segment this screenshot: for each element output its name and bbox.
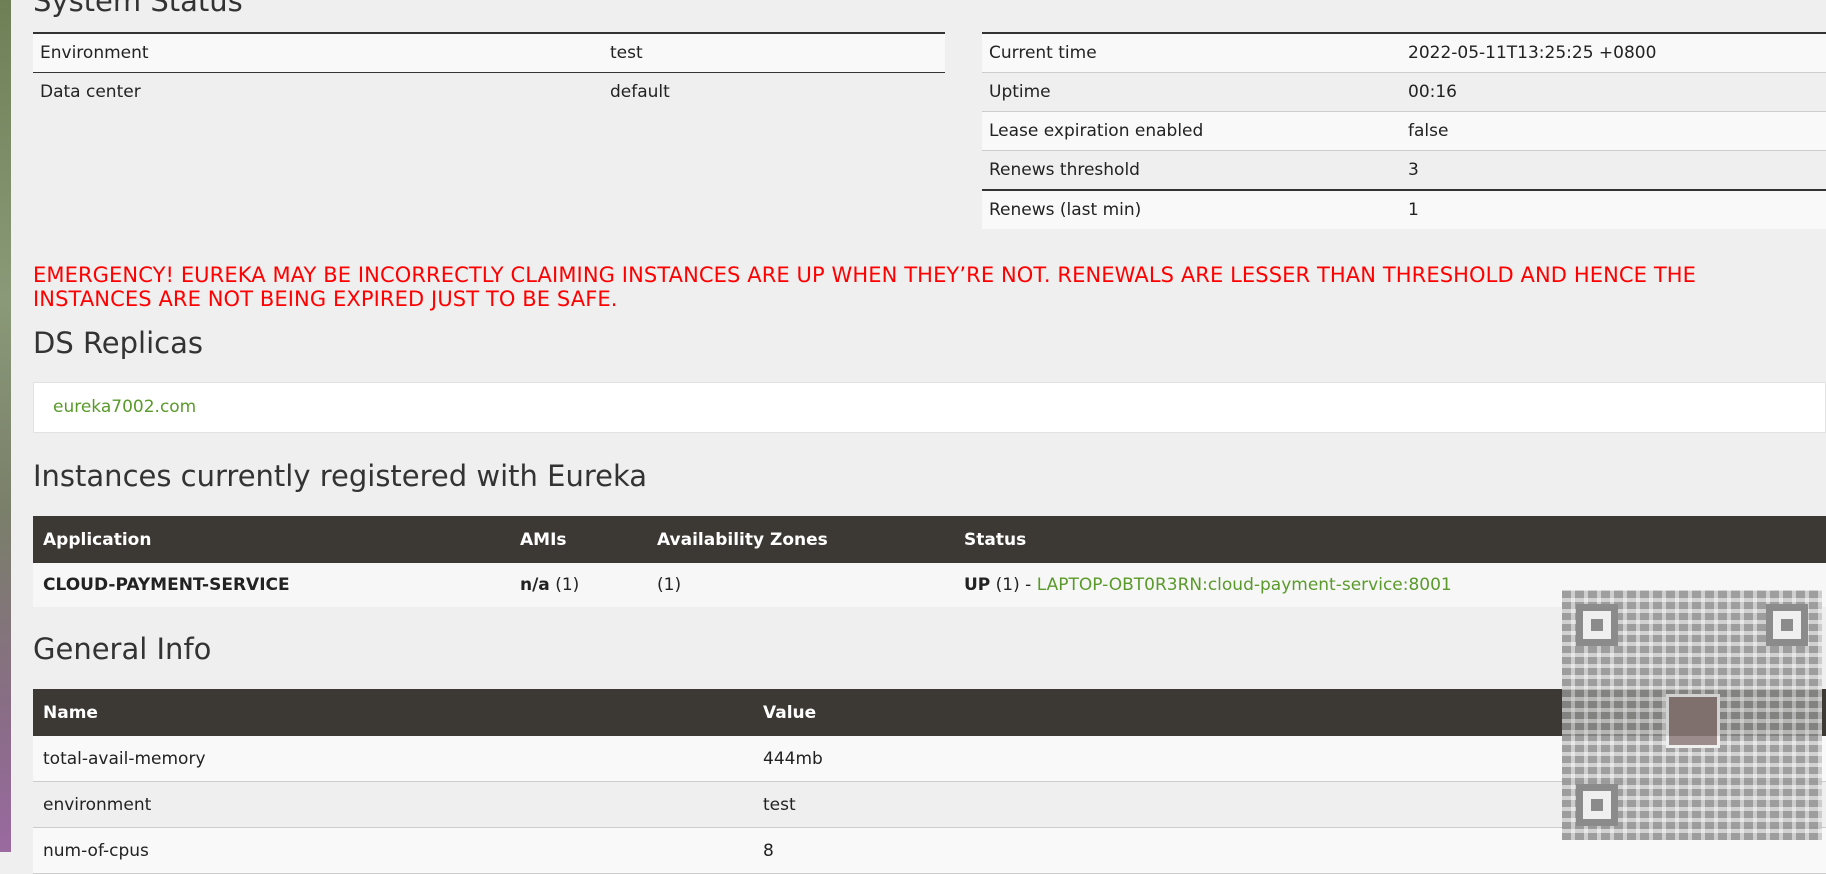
column-header-name: Name: [33, 689, 753, 736]
row-value: 00:16: [1401, 72, 1826, 112]
emergency-line-2: INSTANCES ARE NOT BEING EXPIRED JUST TO …: [33, 287, 618, 311]
row-key: Data center: [33, 72, 603, 111]
table-row: Renews threshold 3: [982, 150, 1826, 191]
row-value: default: [603, 72, 945, 111]
qr-finder-icon: [1766, 604, 1808, 646]
table-row: environment test: [33, 781, 1826, 828]
table-row: Lease expiration enabled false: [982, 111, 1826, 151]
column-header-status: Status: [954, 516, 1826, 563]
table-row: total-avail-memory 444mb: [33, 736, 1826, 782]
instances-table: Application AMIs Availability Zones Stat…: [33, 516, 1826, 607]
qr-code-icon: [1562, 590, 1822, 840]
row-value: false: [1401, 111, 1826, 151]
qr-finder-icon: [1576, 784, 1618, 826]
row-key: Renews (last min): [982, 189, 1401, 229]
row-key: total-avail-memory: [33, 736, 753, 782]
row-key: Renews threshold: [982, 150, 1401, 191]
system-status-title: System Status: [33, 0, 243, 18]
replica-link[interactable]: eureka7002.com: [53, 397, 196, 417]
ds-replicas-title: DS Replicas: [33, 326, 203, 360]
emergency-line-1: EMERGENCY! EUREKA MAY BE INCORRECTLY CLA…: [33, 263, 1697, 287]
table-header-row: Application AMIs Availability Zones Stat…: [33, 516, 1826, 563]
row-value: 1: [1401, 189, 1826, 229]
column-header-application: Application: [33, 516, 510, 563]
table-row: CLOUD-PAYMENT-SERVICE n/a (1) (1) UP (1)…: [33, 563, 1826, 607]
system-status-right-table: Current time 2022-05-11T13:25:25 +0800 U…: [982, 32, 1826, 229]
column-header-availability-zones: Availability Zones: [647, 516, 954, 563]
qr-finder-icon: [1576, 604, 1618, 646]
zones-cell: (1): [647, 563, 954, 607]
row-value: test: [603, 32, 945, 73]
row-key: Lease expiration enabled: [982, 111, 1401, 151]
instance-link[interactable]: LAPTOP-OBT0R3RN:cloud-payment-service:80…: [1037, 575, 1452, 595]
table-row: Environment test: [33, 32, 945, 73]
application-cell: CLOUD-PAYMENT-SERVICE: [33, 563, 510, 607]
row-value: 2022-05-11T13:25:25 +0800: [1401, 32, 1826, 73]
amis-value: n/a: [520, 575, 550, 595]
row-key: Environment: [33, 32, 603, 73]
amis-cell: n/a (1): [510, 563, 647, 607]
row-key: Current time: [982, 32, 1401, 73]
table-row: Renews (last min) 1: [982, 189, 1826, 229]
general-info-title: General Info: [33, 632, 212, 666]
desktop-background-strip: [0, 0, 11, 852]
row-key: Uptime: [982, 72, 1401, 112]
status-value: UP: [964, 575, 991, 595]
emergency-warning: EMERGENCY! EUREKA MAY BE INCORRECTLY CLA…: [33, 263, 1823, 311]
table-row: num-of-cpus 8: [33, 827, 1826, 874]
row-value: 3: [1401, 150, 1826, 191]
instances-title: Instances currently registered with Eure…: [33, 459, 648, 493]
table-row: Uptime 00:16: [982, 72, 1826, 112]
general-info-table: Name Value total-avail-memory 444mb envi…: [33, 689, 1826, 874]
table-row: Current time 2022-05-11T13:25:25 +0800: [982, 32, 1826, 73]
ds-replicas-panel: eureka7002.com: [33, 382, 1826, 433]
table-row: Data center default: [33, 72, 945, 111]
row-key: environment: [33, 781, 753, 828]
status-count: (1) -: [995, 575, 1032, 595]
column-header-amis: AMIs: [510, 516, 647, 563]
table-header-row: Name Value: [33, 689, 1826, 736]
system-status-left-table: Environment test Data center default: [33, 32, 945, 111]
row-key: num-of-cpus: [33, 827, 753, 874]
qr-center-avatar-icon: [1666, 694, 1720, 748]
amis-count: (1): [555, 575, 580, 595]
